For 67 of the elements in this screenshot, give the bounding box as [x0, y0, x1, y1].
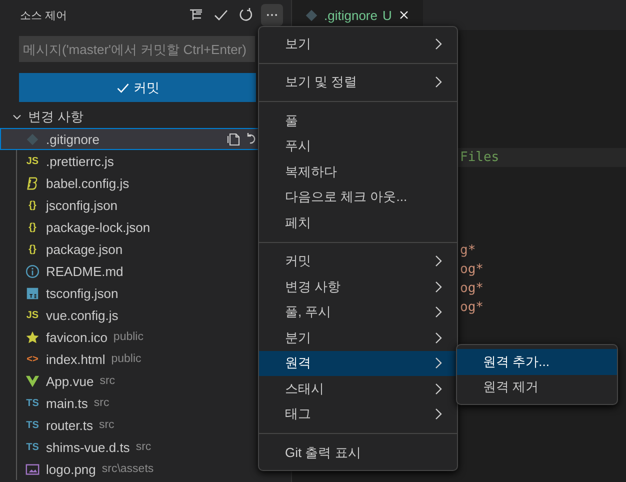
- file-type-icon: JS: [25, 310, 40, 320]
- commit-message-field[interactable]: 메시지('master'에서 커밋할 Ctrl+Enter): [19, 36, 255, 62]
- file-name: .prettierrc.js: [46, 154, 114, 168]
- code-text: og*: [460, 262, 484, 277]
- babel-icon: [25, 176, 40, 190]
- typescript-file-icon: [25, 286, 40, 300]
- status-letter: U: [382, 8, 392, 22]
- file-name: README.md: [46, 264, 124, 278]
- file-type-icon: JS: [25, 156, 40, 166]
- file-name: .gitignore: [46, 132, 100, 146]
- menu-item[interactable]: 커밋: [259, 248, 457, 274]
- file-type-icon: {}: [25, 222, 40, 232]
- file-name: App.vue: [46, 374, 94, 388]
- panel-title: 소스 제어: [20, 8, 68, 22]
- commit-button[interactable]: 커밋: [19, 73, 256, 102]
- menu-item[interactable]: 스태시: [259, 376, 457, 402]
- file-name: favicon.ico: [46, 330, 108, 344]
- file-name: babel.config.js: [46, 176, 130, 190]
- open-file-icon[interactable]: [226, 131, 242, 147]
- folder-path: src: [136, 441, 152, 453]
- menu-item[interactable]: 페치: [259, 210, 457, 236]
- file-type-icon: TS: [25, 398, 40, 408]
- menu-item[interactable]: 보기: [259, 31, 457, 56]
- file-type-icon: <>: [25, 354, 40, 364]
- file-name: index.html: [46, 352, 106, 366]
- tab-title: .gitignore: [324, 8, 378, 22]
- menu-item[interactable]: 태그: [259, 402, 457, 427]
- image-icon: [25, 462, 40, 476]
- file-type-icon: {}: [25, 200, 40, 210]
- diamond-icon: [25, 132, 40, 146]
- folder-path: src: [100, 375, 116, 387]
- file-name: shims-vue.d.ts: [46, 440, 130, 454]
- code-text: g*: [460, 243, 476, 258]
- menu-item[interactable]: 풀, 푸시: [259, 300, 457, 325]
- menu-item[interactable]: 원격 제거: [457, 374, 617, 400]
- code-text: og*: [460, 281, 484, 296]
- file-name: package.json: [46, 242, 123, 256]
- code-text: og*: [460, 300, 484, 315]
- folder-path: public: [113, 331, 144, 343]
- vue-icon: [25, 374, 40, 388]
- menu-item[interactable]: 원격 추가...: [457, 349, 617, 374]
- file-type-icon: TS: [25, 420, 40, 430]
- folder-path: public: [111, 353, 142, 365]
- file-name: logo.png: [46, 462, 96, 476]
- menu-item[interactable]: 분기: [259, 325, 457, 350]
- folder-path: src: [98, 419, 114, 431]
- file-name: jsconfig.json: [46, 198, 118, 212]
- file-type-icon: TS: [25, 442, 40, 452]
- menu-item[interactable]: 변경 사항: [259, 274, 457, 300]
- folder-path: src: [94, 397, 110, 409]
- file-name: package-lock.json: [46, 220, 150, 234]
- file-name: router.ts: [46, 418, 93, 432]
- menu-item[interactable]: 복제하다: [259, 159, 457, 184]
- file-type-icon: {}: [25, 244, 40, 254]
- file-name: tsconfig.json: [46, 286, 118, 300]
- info-icon: [25, 264, 40, 278]
- folder-path: src\assets: [102, 463, 154, 475]
- more-icon[interactable]: [261, 4, 283, 26]
- menu-item[interactable]: 다음으로 체크 아웃...: [259, 184, 457, 210]
- code-text: Files: [460, 150, 500, 165]
- file-name: main.ts: [46, 396, 88, 410]
- file-name: vue.config.js: [46, 308, 118, 322]
- star-icon: [25, 330, 40, 344]
- check-icon: [116, 80, 130, 94]
- diamond-icon: [304, 8, 319, 22]
- menu-item[interactable]: 보기 및 정렬: [259, 70, 457, 95]
- menu-item[interactable]: 원격: [259, 350, 457, 376]
